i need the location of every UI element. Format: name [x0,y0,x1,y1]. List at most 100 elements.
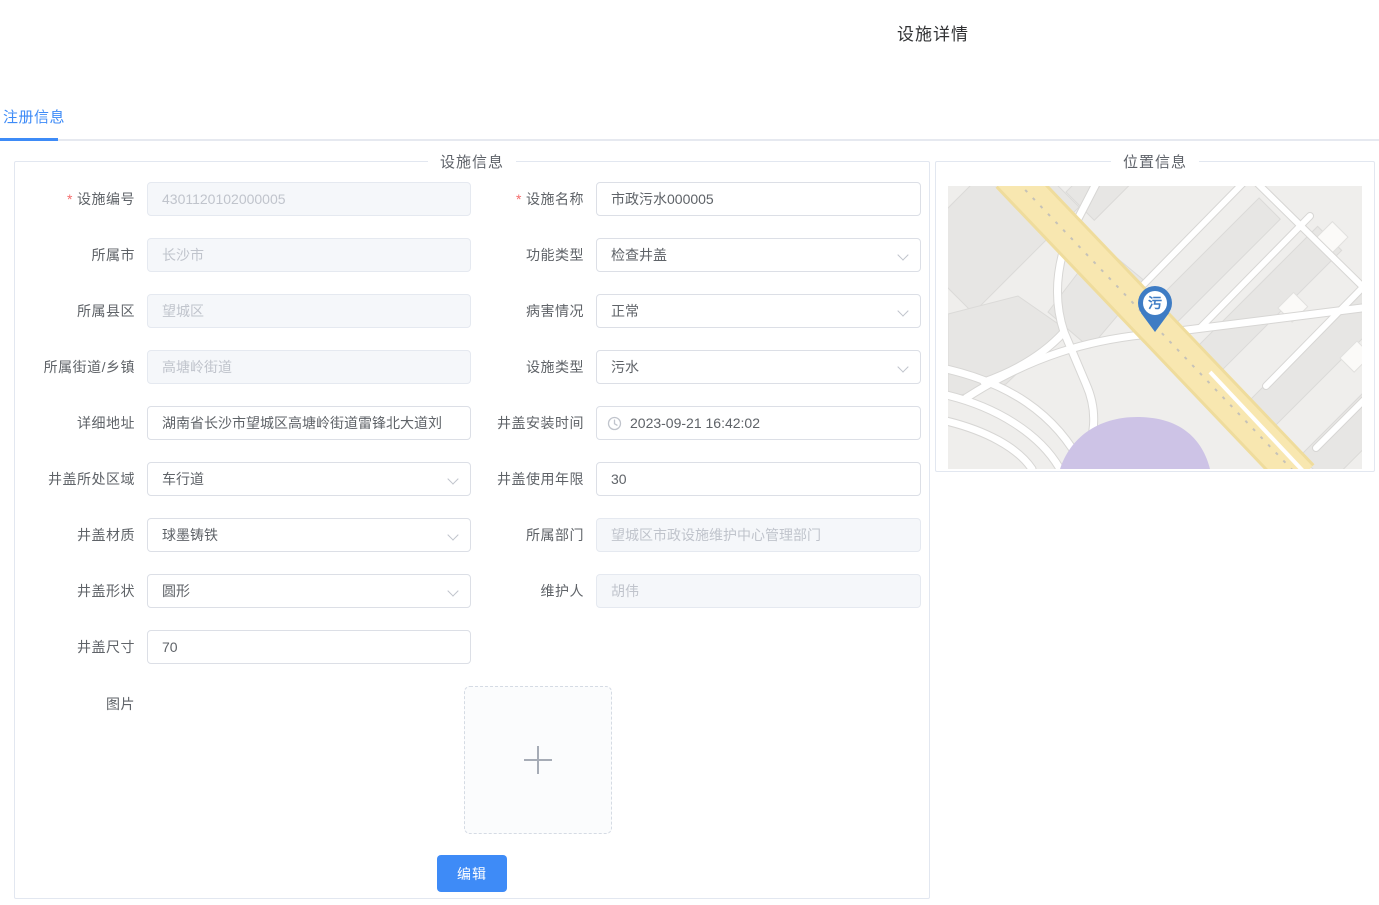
form-row: *设施编号 [15,182,471,216]
field-label: 详细地址 [15,413,147,433]
facility-info-panel: 设施信息 *设施编号 所属市 所属县区 [14,151,930,899]
form-row: 病害情况 正常 [471,294,921,328]
field-label: 井盖使用年限 [471,469,596,489]
form-row: 井盖尺寸 [15,630,471,664]
field-label: 设施类型 [471,357,596,377]
city-input[interactable] [147,238,471,272]
facility-panel-legend: 设施信息 [428,151,516,172]
field-label: *设施编号 [15,189,147,209]
field-control [147,686,929,834]
select-value: 球墨铸铁 [162,525,218,545]
form-row: 所属街道/乡镇 [15,350,471,384]
field-label-text: 设施名称 [526,191,584,207]
cover-area-select[interactable]: 车行道 [147,462,471,496]
tab-register-info[interactable]: 注册信息 [0,106,65,139]
select-value: 检查井盖 [611,245,667,265]
cover-shape-select[interactable]: 圆形 [147,574,471,608]
page-title: 设施详情 [897,20,969,45]
select-value: 圆形 [162,581,190,601]
field-label: 井盖形状 [15,581,147,601]
function-type-select[interactable]: 检查井盖 [596,238,921,272]
chevron-down-icon [447,473,458,484]
form-row: 井盖安装时间 2023-09-21 16:42:02 [471,406,921,440]
facility-type-select[interactable]: 污水 [596,350,921,384]
chevron-down-icon [897,361,908,372]
form-column-right: *设施名称 功能类型 检查井盖 病害情况 正常 [471,182,921,686]
form-row: 设施类型 污水 [471,350,921,384]
field-control [596,574,921,608]
marker-glyph: 污 [1148,295,1162,311]
form-row: 井盖材质 球墨铸铁 [15,518,471,552]
chevron-down-icon [897,249,908,260]
field-label-text: 设施编号 [77,191,135,207]
form-row: 井盖使用年限 [471,462,921,496]
datetime-value: 2023-09-21 16:42:02 [630,415,760,431]
form-row: 所属县区 [15,294,471,328]
field-label: 图片 [15,686,147,714]
disease-status-select[interactable]: 正常 [596,294,921,328]
image-row: 图片 [15,686,929,834]
form-row: 维护人 [471,574,921,608]
field-label: 所属街道/乡镇 [15,357,147,377]
field-label: *设施名称 [471,189,596,209]
chevron-down-icon [447,585,458,596]
field-control [596,182,921,216]
county-input[interactable] [147,294,471,328]
maintainer-input[interactable] [596,574,921,608]
select-value: 正常 [611,301,639,321]
facility-name-input[interactable] [596,182,921,216]
active-tab-indicator [0,138,58,141]
plus-icon [524,746,552,774]
field-label: 功能类型 [471,245,596,265]
facility-code-input[interactable] [147,182,471,216]
tab-bar: 注册信息 [0,106,1379,141]
service-life-input[interactable] [596,462,921,496]
select-value: 污水 [611,357,639,377]
field-control [147,238,471,272]
form-columns: *设施编号 所属市 所属县区 [15,172,929,686]
form-row: 详细地址 [15,406,471,440]
form-row: 所属部门 [471,518,921,552]
field-label: 井盖材质 [15,525,147,545]
field-control [147,630,471,664]
field-control [596,462,921,496]
clock-icon [607,416,622,431]
edit-button[interactable]: 编辑 [437,855,507,892]
field-label: 井盖所处区域 [15,469,147,489]
field-control [147,406,471,440]
field-control [147,350,471,384]
form-row: 井盖形状 圆形 [15,574,471,608]
field-label: 所属县区 [15,301,147,321]
department-input[interactable] [596,518,921,552]
field-label: 维护人 [471,581,596,601]
field-control [147,294,471,328]
button-row: 编辑 [15,855,929,892]
location-info-panel: 位置信息 [935,151,1375,472]
form-row: 所属市 [15,238,471,272]
required-asterisk: * [516,191,522,207]
street-input[interactable] [147,350,471,384]
field-control [147,182,471,216]
form-row: *设施名称 [471,182,921,216]
address-input[interactable] [147,406,471,440]
location-panel-legend: 位置信息 [1111,151,1199,172]
cover-size-input[interactable] [147,630,471,664]
field-label: 所属市 [15,245,147,265]
map-canvas[interactable]: 污 [948,186,1362,469]
form-column-left: *设施编号 所属市 所属县区 [15,182,471,686]
image-upload[interactable] [464,686,612,834]
field-label: 井盖尺寸 [15,637,147,657]
field-control [596,518,921,552]
chevron-down-icon [897,305,908,316]
facility-detail-page: 设施详情 注册信息 设施信息 *设施编号 所属市 [0,0,1379,905]
install-time-picker[interactable]: 2023-09-21 16:42:02 [596,406,921,440]
field-label: 病害情况 [471,301,596,321]
map-image: 污 [948,186,1362,469]
select-value: 车行道 [162,469,204,489]
form-row: 井盖所处区域 车行道 [15,462,471,496]
chevron-down-icon [447,529,458,540]
cover-material-select[interactable]: 球墨铸铁 [147,518,471,552]
field-label: 井盖安装时间 [471,413,596,433]
field-label: 所属部门 [471,525,596,545]
required-asterisk: * [67,191,73,207]
